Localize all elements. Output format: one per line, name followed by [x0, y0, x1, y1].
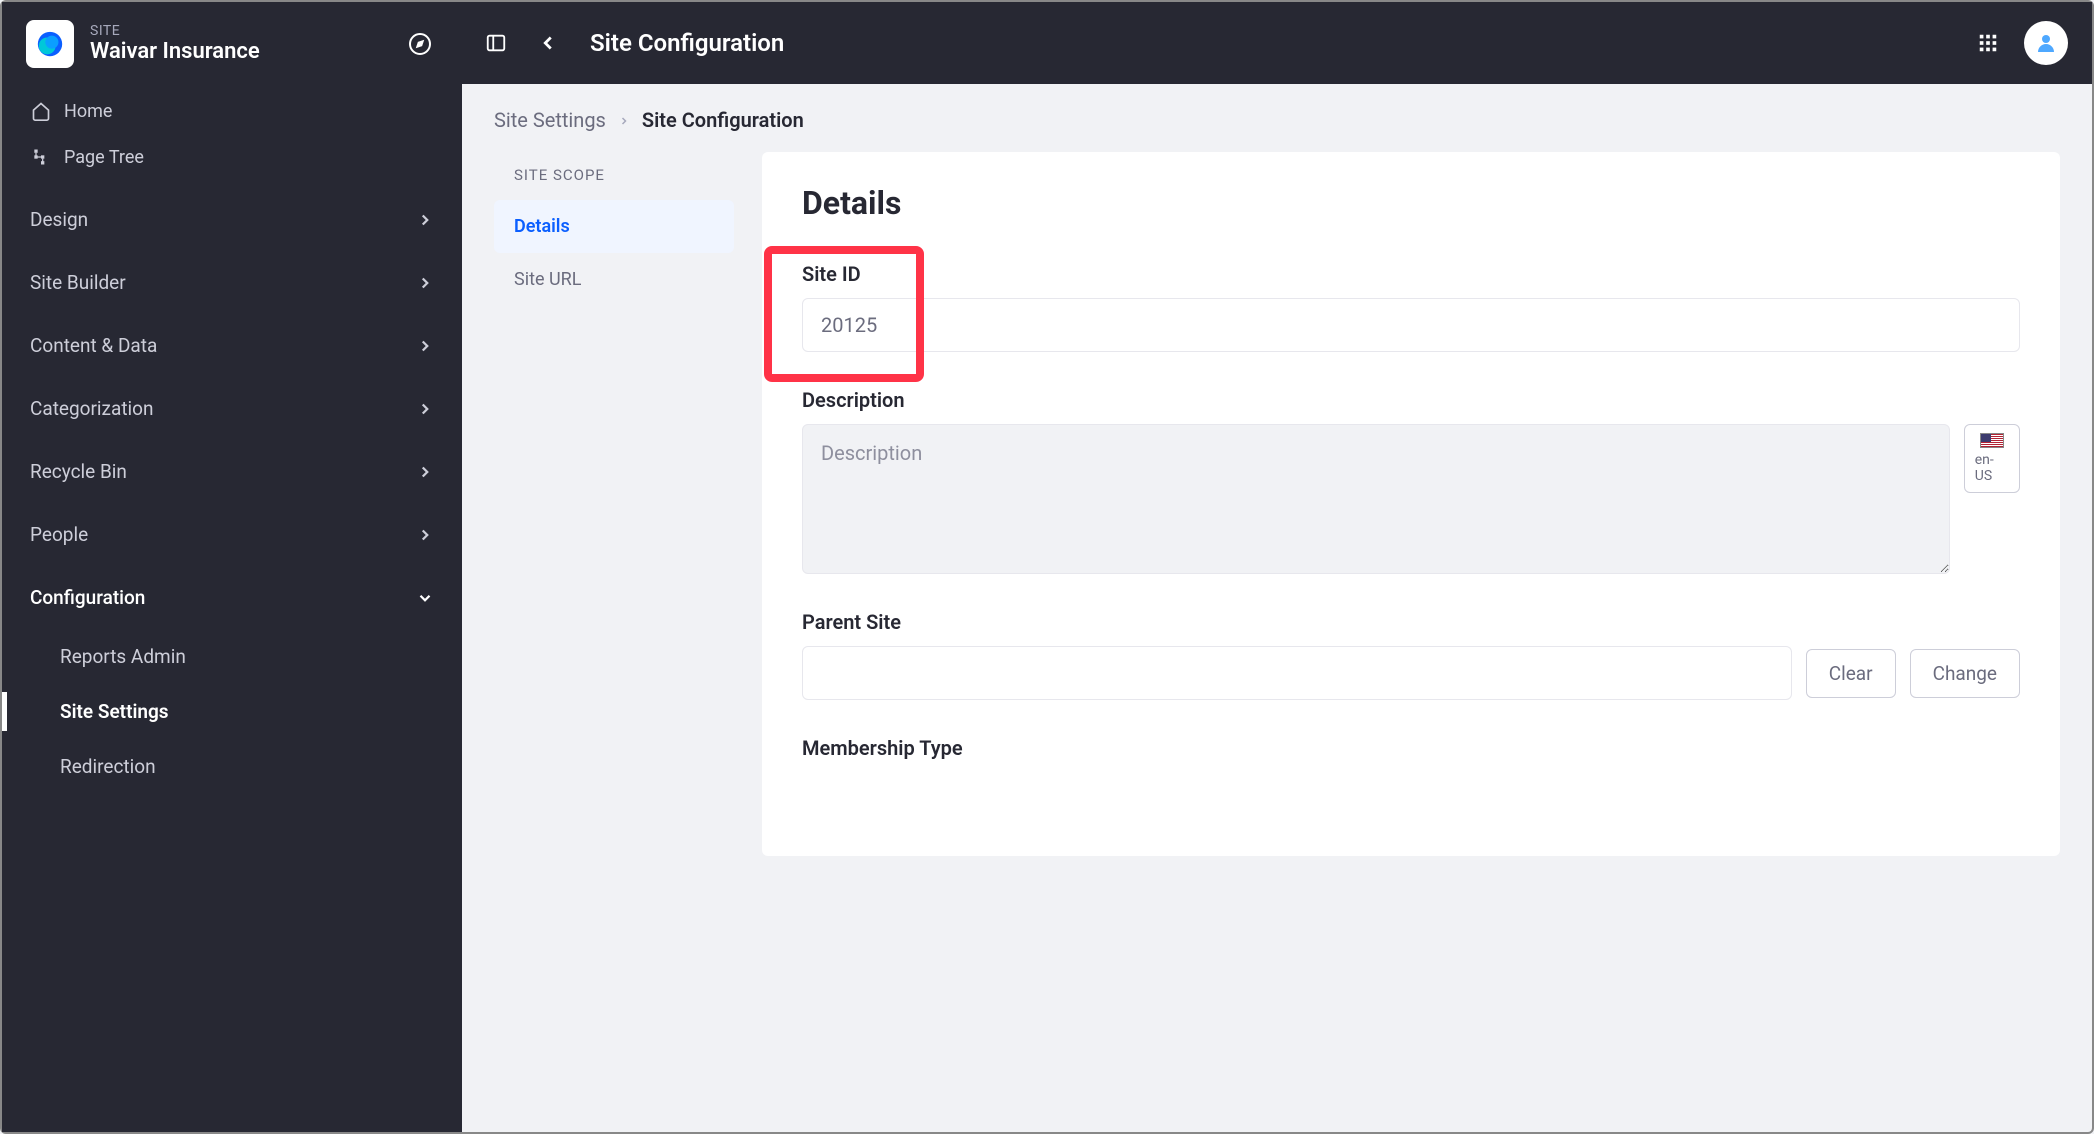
clear-button[interactable]: Clear [1806, 649, 1896, 698]
chevron-right-icon [416, 337, 434, 355]
nav-group-label: Recycle Bin [30, 460, 127, 483]
apps-grid-icon [1977, 32, 1999, 54]
nav-group-label: Categorization [30, 397, 153, 420]
nav-sub-redirection[interactable]: Redirection [2, 739, 462, 794]
breadcrumb-link-site-settings[interactable]: Site Settings [494, 108, 606, 132]
nav-sub-label: Reports Admin [60, 645, 186, 668]
nav-group-label: Content & Data [30, 334, 157, 357]
details-heading: Details [802, 184, 2020, 222]
nav-group-recycle-bin[interactable]: Recycle Bin [2, 440, 462, 503]
chevron-down-icon [416, 589, 434, 607]
scope-item-details[interactable]: Details [494, 200, 734, 253]
nav-group-content-data[interactable]: Content & Data [2, 314, 462, 377]
main: Site Configuration Site Settings Site Co… [462, 2, 2092, 1132]
membership-type-label: Membership Type [802, 736, 2020, 760]
breadcrumb: Site Settings Site Configuration [494, 108, 2060, 132]
nav-page-tree[interactable]: Page Tree [2, 134, 462, 180]
page-title: Site Configuration [590, 29, 1958, 57]
panel-toggle-button[interactable] [474, 21, 518, 65]
nav-group-label: Design [30, 208, 88, 231]
logo-icon [35, 29, 65, 59]
user-avatar[interactable] [2024, 21, 2068, 65]
site-label: SITE [90, 23, 402, 39]
nav-home[interactable]: Home [2, 88, 462, 134]
nav-home-label: Home [64, 101, 112, 122]
compass-icon [408, 32, 432, 56]
locale-button[interactable]: en-US [1964, 424, 2020, 493]
chevron-left-icon [537, 32, 559, 54]
topbar-right [1966, 21, 2068, 65]
scope-item-site-url[interactable]: Site URL [494, 253, 734, 306]
nav-top: Home Page Tree [2, 80, 462, 180]
nav-page-tree-label: Page Tree [64, 147, 144, 168]
nav-group-label: Configuration [30, 586, 145, 609]
content: Site Settings Site Configuration SITE SC… [462, 84, 2092, 1132]
compass-button[interactable] [402, 26, 438, 62]
nav-group-configuration[interactable]: Configuration [2, 566, 462, 629]
home-icon [30, 100, 52, 122]
field-membership-type: Membership Type [802, 736, 2020, 760]
nav-groups: Design Site Builder Content & Data Categ… [2, 180, 462, 794]
nav-group-site-builder[interactable]: Site Builder [2, 251, 462, 314]
user-icon [2034, 31, 2058, 55]
parent-site-input[interactable] [802, 646, 1792, 700]
site-logo[interactable] [26, 20, 74, 68]
topbar: Site Configuration [462, 2, 2092, 84]
parent-site-label: Parent Site [802, 610, 2020, 634]
nav-sub-site-settings[interactable]: Site Settings [2, 684, 462, 739]
nav-sub-reports-admin[interactable]: Reports Admin [2, 629, 462, 684]
nav-group-design[interactable]: Design [2, 188, 462, 251]
nav-sub-label: Site Settings [60, 700, 169, 723]
nav-group-label: Site Builder [30, 271, 126, 294]
chevron-right-icon [416, 400, 434, 418]
field-parent-site: Parent Site Clear Change [802, 610, 2020, 700]
tree-icon [30, 146, 52, 168]
site-id-input[interactable] [802, 298, 2020, 352]
chevron-right-icon [416, 211, 434, 229]
chevron-right-icon [416, 463, 434, 481]
site-id-label: Site ID [802, 262, 2020, 286]
panel-icon [485, 32, 507, 54]
site-name: Waivar Insurance [90, 39, 402, 65]
change-button[interactable]: Change [1910, 649, 2020, 698]
field-site-id: Site ID [802, 262, 2020, 352]
apps-button[interactable] [1966, 21, 2010, 65]
sidebar: SITE Waivar Insurance Home Page Tree Des… [2, 2, 462, 1132]
nav-sub-label: Redirection [60, 755, 156, 778]
field-description: Description en-US [802, 388, 2020, 574]
chevron-right-icon [618, 115, 630, 127]
body-grid: SITE SCOPE Details Site URL Details Site… [494, 152, 2060, 856]
nav-group-categorization[interactable]: Categorization [2, 377, 462, 440]
flag-us-icon [1980, 433, 2004, 448]
details-card: Details Site ID Description en-US [762, 152, 2060, 856]
locale-label: en-US [1975, 452, 2009, 484]
scope-panel: SITE SCOPE Details Site URL [494, 152, 734, 306]
nav-group-label: People [30, 523, 88, 546]
nav-group-people[interactable]: People [2, 503, 462, 566]
description-label: Description [802, 388, 2020, 412]
site-meta: SITE Waivar Insurance [90, 23, 402, 65]
site-header: SITE Waivar Insurance [2, 2, 462, 80]
scope-heading: SITE SCOPE [494, 152, 734, 200]
breadcrumb-separator [618, 108, 630, 132]
chevron-right-icon [416, 526, 434, 544]
breadcrumb-current: Site Configuration [642, 108, 804, 132]
back-button[interactable] [526, 21, 570, 65]
chevron-right-icon [416, 274, 434, 292]
description-textarea[interactable] [802, 424, 1950, 574]
